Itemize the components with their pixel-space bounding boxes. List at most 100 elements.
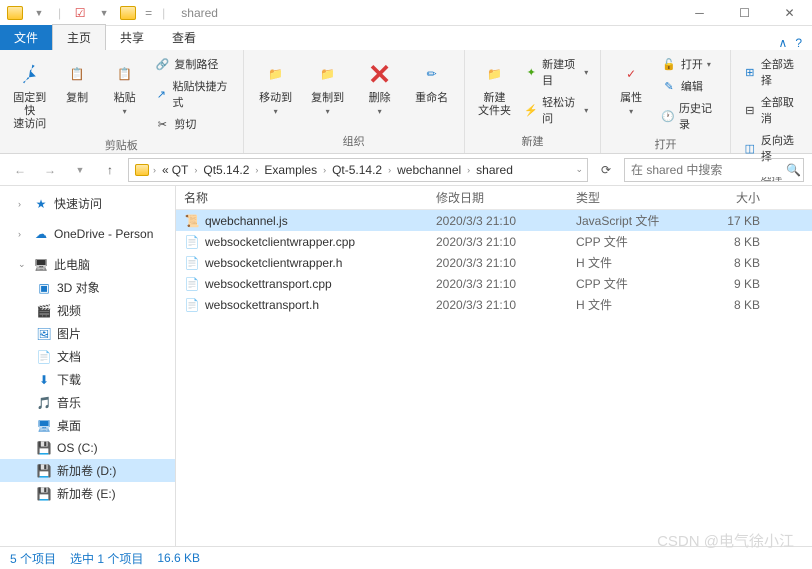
file-list: 名称 修改日期 类型 大小 📜qwebchannel.js2020/3/3 21… <box>176 186 812 546</box>
file-row[interactable]: 📄websockettransport.cpp2020/3/3 21:10CPP… <box>176 273 812 294</box>
sidebar-item-desktop[interactable]: 🖥桌面 <box>0 414 175 437</box>
folder-icon <box>119 4 137 22</box>
easy-access-icon: ⚡ <box>524 102 538 118</box>
ribbon-tabs: 文件 主页 共享 查看 ∧ ? <box>0 26 812 50</box>
file-size: 8 KB <box>696 235 776 249</box>
status-bar: 5 个项目 选中 1 个项目 16.6 KB <box>0 546 812 569</box>
sidebar-item-drive-d[interactable]: 💾新加卷 (D:) <box>0 459 175 482</box>
forward-button[interactable]: → <box>38 158 62 182</box>
delete-icon: ✕ <box>364 58 396 90</box>
sidebar-item-drive-c[interactable]: 💾OS (C:) <box>0 437 175 459</box>
file-type: CPP 文件 <box>576 275 696 292</box>
copy-button[interactable]: 📋 复制 <box>55 54 98 109</box>
sidebar-item-documents[interactable]: 📄文档 <box>0 345 175 368</box>
breadcrumb-item[interactable]: Examples <box>260 161 321 179</box>
file-date: 2020/3/3 21:10 <box>436 298 576 312</box>
move-icon: 📁 <box>260 58 292 90</box>
delete-button[interactable]: ✕删除▾ <box>356 54 404 120</box>
status-selected: 选中 1 个项目 <box>70 550 143 567</box>
file-icon: 📄 <box>184 255 200 271</box>
breadcrumb-item[interactable]: «QT <box>158 161 192 179</box>
open-button[interactable]: 🔓打开▾ <box>657 54 722 74</box>
move-to-button[interactable]: 📁移动到▾ <box>252 54 300 120</box>
status-size: 16.6 KB <box>157 551 200 565</box>
copy-path-button[interactable]: 🔗复制路径 <box>150 54 234 74</box>
breadcrumb[interactable]: › «QT› Qt5.14.2› Examples› Qt-5.14.2› we… <box>128 158 588 182</box>
file-row[interactable]: 📄websocketclientwrapper.cpp2020/3/3 21:1… <box>176 231 812 252</box>
column-name[interactable]: 名称 <box>176 189 436 206</box>
cut-button[interactable]: ✂剪切 <box>150 114 234 134</box>
sidebar-item-music[interactable]: 🎵音乐 <box>0 391 175 414</box>
search-input[interactable] <box>631 163 786 177</box>
sidebar-item-pictures[interactable]: 🖼图片 <box>0 322 175 345</box>
file-type: CPP 文件 <box>576 233 696 250</box>
copy-to-button[interactable]: 📁复制到▾ <box>304 54 352 120</box>
dropdown-icon[interactable]: ⌄ <box>575 164 583 175</box>
minimize-button[interactable]: ─ <box>677 0 722 26</box>
new-item-button[interactable]: ✦新建项目▾ <box>520 54 592 90</box>
breadcrumb-item[interactable]: Qt5.14.2 <box>199 161 253 179</box>
file-date: 2020/3/3 21:10 <box>436 277 576 291</box>
chevron-down-icon: ▾ <box>123 107 127 116</box>
search-box[interactable]: 🔍 <box>624 158 804 182</box>
rename-button[interactable]: ✏重命名 <box>408 54 456 109</box>
new-folder-button[interactable]: 📁新建 文件夹 <box>473 54 517 122</box>
sidebar-onedrive[interactable]: ›☁OneDrive - Person <box>0 223 175 245</box>
pin-button[interactable]: 固定到快 速访问 <box>8 54 51 135</box>
file-row[interactable]: 📜qwebchannel.js2020/3/3 21:10JavaScript … <box>176 210 812 231</box>
column-size[interactable]: 大小 <box>696 189 776 206</box>
paste-shortcut-button[interactable]: ↗粘贴快捷方式 <box>150 76 234 112</box>
window-controls: ─ ☐ ✕ <box>677 0 812 26</box>
breadcrumb-item[interactable]: webchannel <box>393 161 465 179</box>
sidebar-item-downloads[interactable]: ⬇下载 <box>0 368 175 391</box>
file-date: 2020/3/3 21:10 <box>436 235 576 249</box>
sidebar-item-drive-e[interactable]: 💾新加卷 (E:) <box>0 482 175 505</box>
history-button[interactable]: 🕐历史记录 <box>657 98 722 134</box>
tab-view[interactable]: 查看 <box>158 25 210 50</box>
close-button[interactable]: ✕ <box>767 0 812 26</box>
tab-home[interactable]: 主页 <box>52 24 106 50</box>
invert-icon: ◫ <box>743 140 757 156</box>
checkbox-icon[interactable]: ☑ <box>71 4 89 22</box>
select-none-button[interactable]: ⊟全部取消 <box>739 92 804 128</box>
navigation-pane: ›★快速访问 ›☁OneDrive - Person ⌄🖥此电脑 ▣3D 对象 … <box>0 186 176 546</box>
folder-icon <box>6 4 24 22</box>
up-button[interactable]: ↑ <box>98 158 122 182</box>
help-icon[interactable]: ? <box>795 36 802 50</box>
ribbon: 固定到快 速访问 📋 复制 📋 粘贴 ▾ 🔗复制路径 ↗粘贴快捷方式 ✂剪切 剪… <box>0 50 812 154</box>
edit-button[interactable]: ✎编辑 <box>657 76 722 96</box>
column-date[interactable]: 修改日期 <box>436 189 576 206</box>
tab-share[interactable]: 共享 <box>106 25 158 50</box>
recent-button[interactable]: ▼ <box>68 158 92 182</box>
easy-access-button[interactable]: ⚡轻松访问▾ <box>520 92 592 128</box>
copy-icon: 📋 <box>61 58 93 90</box>
maximize-button[interactable]: ☐ <box>722 0 767 26</box>
sidebar-item-3d[interactable]: ▣3D 对象 <box>0 276 175 299</box>
collapse-ribbon-icon[interactable]: ∧ <box>779 36 788 50</box>
address-bar: ← → ▼ ↑ › «QT› Qt5.14.2› Examples› Qt-5.… <box>0 154 812 186</box>
refresh-button[interactable]: ⟳ <box>594 159 618 181</box>
drive-icon: 💾 <box>36 463 52 479</box>
tab-file[interactable]: 文件 <box>0 25 52 50</box>
select-all-icon: ⊞ <box>743 64 757 80</box>
picture-icon: 🖼 <box>36 326 52 342</box>
breadcrumb-item[interactable]: shared <box>472 161 517 179</box>
file-icon: 📄 <box>184 297 200 313</box>
select-all-button[interactable]: ⊞全部选择 <box>739 54 804 90</box>
column-type[interactable]: 类型 <box>576 189 696 206</box>
file-row[interactable]: 📄websocketclientwrapper.h2020/3/3 21:10H… <box>176 252 812 273</box>
file-row[interactable]: 📄websockettransport.h2020/3/3 21:10H 文件8… <box>176 294 812 315</box>
paste-button[interactable]: 📋 粘贴 ▾ <box>103 54 146 120</box>
sidebar-quick-access[interactable]: ›★快速访问 <box>0 192 175 215</box>
breadcrumb-item[interactable]: Qt-5.14.2 <box>328 161 386 179</box>
sidebar-item-videos[interactable]: 🎬视频 <box>0 299 175 322</box>
down-arrow-icon[interactable]: ▼ <box>30 4 48 22</box>
column-headers: 名称 修改日期 类型 大小 <box>176 186 812 210</box>
sidebar-this-pc[interactable]: ⌄🖥此电脑 <box>0 253 175 276</box>
back-button[interactable]: ← <box>8 158 32 182</box>
main-content: ›★快速访问 ›☁OneDrive - Person ⌄🖥此电脑 ▣3D 对象 … <box>0 186 812 546</box>
properties-button[interactable]: ✓属性▾ <box>609 54 653 120</box>
ribbon-group-organize: 📁移动到▾ 📁复制到▾ ✕删除▾ ✏重命名 组织 <box>244 50 465 153</box>
down-arrow-icon[interactable]: ▼ <box>95 4 113 22</box>
search-icon[interactable]: 🔍 <box>786 163 801 177</box>
